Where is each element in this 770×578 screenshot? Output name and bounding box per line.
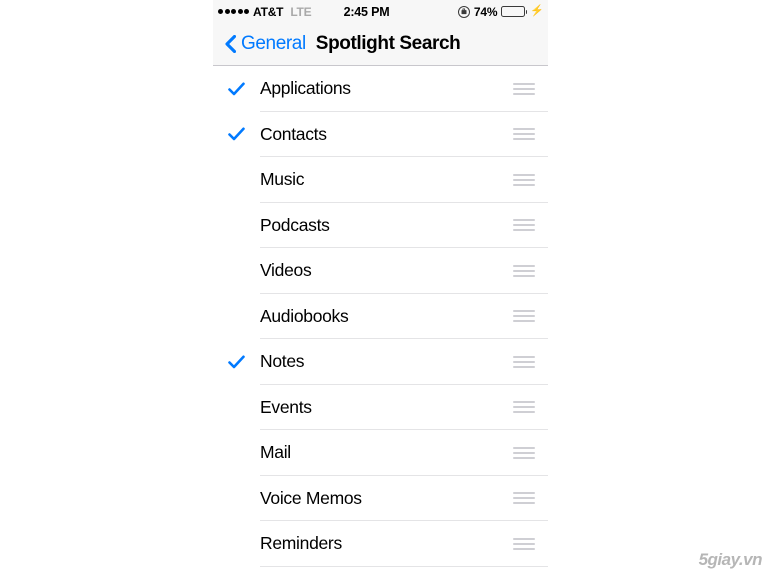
checkmark-icon bbox=[228, 127, 245, 141]
back-button[interactable]: General bbox=[225, 33, 306, 55]
list-item-label: Events bbox=[260, 396, 312, 417]
checkmark-slot bbox=[213, 82, 260, 96]
page-title: Spotlight Search bbox=[315, 33, 461, 54]
checkmark-slot bbox=[213, 355, 260, 369]
navigation-bar: General Spotlight Search bbox=[213, 23, 548, 66]
list-item-label: Notes bbox=[260, 351, 305, 372]
checkmark-icon bbox=[228, 82, 245, 96]
reorder-handle-icon[interactable] bbox=[500, 173, 535, 186]
list-item-label: Applications bbox=[260, 78, 351, 99]
list-item-label: Music bbox=[260, 169, 305, 190]
reorder-handle-icon[interactable] bbox=[500, 82, 535, 95]
spotlight-search-list: Applications Contacts Music Podcasts Videos A… bbox=[213, 66, 548, 567]
reorder-handle-icon[interactable] bbox=[500, 446, 535, 459]
chevron-left-icon bbox=[225, 35, 236, 53]
back-button-label: General bbox=[241, 33, 306, 54]
watermark: 5giay.vn bbox=[698, 550, 763, 569]
reorder-handle-icon[interactable] bbox=[500, 537, 535, 550]
list-item-label: Podcasts bbox=[260, 214, 330, 235]
list-item-label: Voice Memos bbox=[260, 487, 362, 508]
reorder-handle-icon[interactable] bbox=[500, 310, 535, 323]
reorder-handle-icon[interactable] bbox=[500, 128, 535, 141]
reorder-handle-icon[interactable] bbox=[500, 219, 535, 232]
list-item[interactable]: Events bbox=[213, 384, 548, 430]
rotation-lock-icon bbox=[457, 5, 470, 18]
list-item[interactable]: Notes bbox=[213, 339, 548, 385]
checkmark-icon bbox=[228, 355, 245, 369]
list-item-label: Audiobooks bbox=[260, 305, 349, 326]
list-item-label: Videos bbox=[260, 260, 312, 281]
reorder-handle-icon[interactable] bbox=[500, 492, 535, 505]
list-item[interactable]: Videos bbox=[213, 248, 548, 294]
battery-percent-label: 74% bbox=[473, 4, 498, 19]
list-item[interactable]: Music bbox=[213, 157, 548, 203]
status-bar-right: 74% ⚡ bbox=[457, 0, 544, 23]
charging-bolt-icon: ⚡ bbox=[530, 5, 544, 17]
list-item[interactable]: Contacts bbox=[213, 111, 548, 157]
list-item[interactable]: Voice Memos bbox=[213, 475, 548, 521]
list-item[interactable]: Applications bbox=[213, 66, 548, 112]
list-item[interactable]: Podcasts bbox=[213, 202, 548, 248]
checkmark-slot bbox=[213, 127, 260, 141]
status-bar: AT&T LTE 2:45 PM 74% ⚡ bbox=[213, 0, 548, 23]
list-item[interactable]: Reminders bbox=[213, 521, 548, 567]
list-item[interactable]: Mail bbox=[213, 430, 548, 476]
list-item-label: Reminders bbox=[260, 533, 342, 554]
battery-cap bbox=[525, 9, 528, 14]
phone-screen: AT&T LTE 2:45 PM 74% ⚡ General Spotlight… bbox=[213, 0, 548, 578]
reorder-handle-icon[interactable] bbox=[500, 355, 535, 368]
reorder-handle-icon[interactable] bbox=[500, 401, 535, 414]
list-item-label: Contacts bbox=[260, 123, 327, 144]
clock-label: 2:45 PM bbox=[343, 4, 390, 19]
battery-icon bbox=[501, 6, 528, 17]
reorder-handle-icon[interactable] bbox=[500, 264, 535, 277]
list-item[interactable]: Audiobooks bbox=[213, 293, 548, 339]
list-item-label: Mail bbox=[260, 442, 291, 463]
